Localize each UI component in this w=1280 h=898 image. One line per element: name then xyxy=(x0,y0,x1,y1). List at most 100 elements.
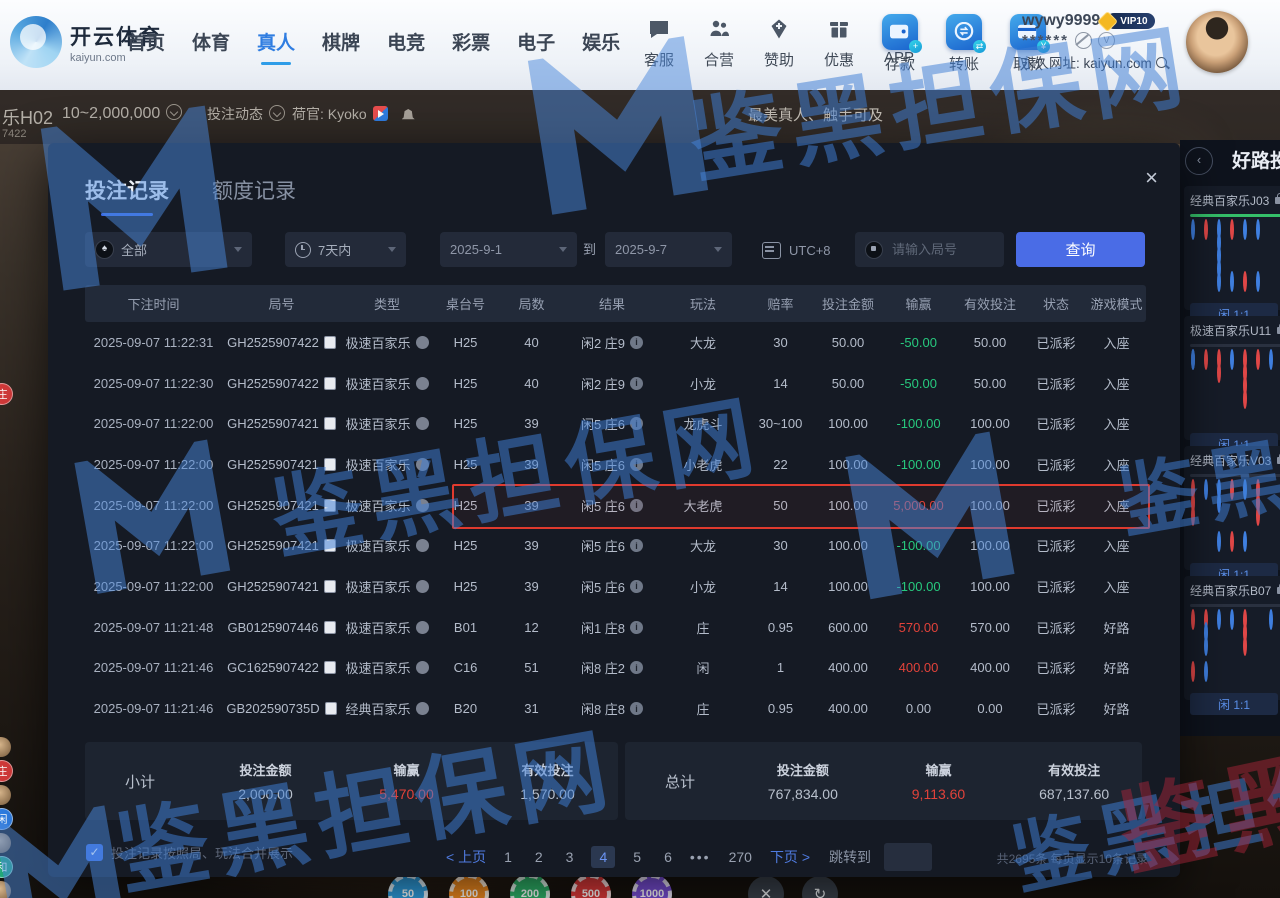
tab-额度记录[interactable]: 额度记录 xyxy=(212,175,296,216)
nav-menu-item[interactable]: 电子 xyxy=(517,28,555,65)
tab-投注记录[interactable]: 投注记录 xyxy=(85,175,169,216)
jump-to-label: 跳转到 xyxy=(829,847,871,867)
copy-icon[interactable] xyxy=(324,417,336,430)
page-number-5[interactable]: 5 xyxy=(628,846,646,868)
bet-feed[interactable]: 投注动态 xyxy=(207,104,285,124)
copy-icon[interactable] xyxy=(324,336,336,349)
copy-icon[interactable] xyxy=(324,621,336,634)
info-icon[interactable]: i xyxy=(630,702,643,715)
replay-icon[interactable] xyxy=(416,580,429,593)
chip-100[interactable]: 100 xyxy=(449,874,489,898)
copy-icon[interactable] xyxy=(324,580,336,593)
info-icon[interactable]: i xyxy=(630,458,643,471)
cell-bet-amount: 100.00 xyxy=(814,444,882,485)
road-card[interactable]: 极速百家乐U11闲 1:1 xyxy=(1184,316,1280,440)
quick-action-partners[interactable]: 合营 xyxy=(696,17,742,70)
collapse-icon[interactable]: ‹ xyxy=(1185,147,1213,175)
nav-menu-item[interactable]: 电竞 xyxy=(387,28,425,65)
info-icon[interactable]: i xyxy=(630,539,643,552)
chip-50[interactable]: 50 xyxy=(388,874,428,898)
replay-icon[interactable] xyxy=(416,661,429,674)
road-bet-button[interactable]: 闲 1:1 xyxy=(1190,693,1278,715)
chip-500[interactable]: 500 xyxy=(571,874,611,898)
cell-status: 已派彩 xyxy=(1025,607,1087,648)
username[interactable]: wywy9999 xyxy=(1022,12,1100,30)
next-page-button[interactable]: 下页 > xyxy=(770,847,810,867)
user-avatar[interactable] xyxy=(1186,11,1248,73)
nav-menu-item[interactable]: 彩票 xyxy=(452,28,490,65)
copy-icon[interactable] xyxy=(325,702,337,715)
copy-icon[interactable] xyxy=(324,377,336,390)
page-number-1[interactable]: 1 xyxy=(499,846,517,868)
merge-display-checkbox[interactable]: ✓ xyxy=(86,844,103,861)
page-number-6[interactable]: 6 xyxy=(659,846,677,868)
date-to-dropdown[interactable]: 2025-9-7 xyxy=(605,232,732,267)
date-from-dropdown[interactable]: 2025-9-1 xyxy=(440,232,577,267)
nav-menu-item[interactable]: 娱乐 xyxy=(582,28,620,65)
date-range-dropdown[interactable]: 7天内 xyxy=(285,232,406,267)
round-input[interactable] xyxy=(890,241,994,258)
copy-icon[interactable] xyxy=(324,539,336,552)
chip-1000[interactable]: 1000 xyxy=(632,874,672,898)
nav-menu-item[interactable]: 首页 xyxy=(127,28,165,65)
refresh-v-icon[interactable]: V xyxy=(1098,32,1115,49)
road-card[interactable]: 经典百家乐B07闲 1:1 xyxy=(1184,576,1280,700)
bet-badge-闲: 闲 xyxy=(0,808,13,830)
table-row: 2025-09-07 11:21:46GC1625907422极速百家乐C165… xyxy=(85,648,1146,689)
road-cell xyxy=(1229,390,1242,403)
cell-win-loss: 0.00 xyxy=(882,688,955,729)
copy-icon[interactable] xyxy=(324,661,336,674)
chip-200[interactable]: 200 xyxy=(510,874,550,898)
replay-icon[interactable] xyxy=(416,621,429,634)
cell-game-mode: 入座 xyxy=(1087,322,1146,363)
copy-icon[interactable] xyxy=(324,499,336,512)
result-text: 闲2 庄9 xyxy=(581,374,625,393)
jump-to-input[interactable] xyxy=(884,843,932,871)
cell-status: 已派彩 xyxy=(1025,566,1087,607)
road-cell xyxy=(1268,611,1280,624)
cell-table-no: B20 xyxy=(433,688,498,729)
chevron-down-icon[interactable] xyxy=(269,105,285,121)
page-number-4[interactable]: 4 xyxy=(591,846,615,868)
replay-icon[interactable] xyxy=(416,377,429,390)
info-icon[interactable]: i xyxy=(630,499,643,512)
page-number-last[interactable]: 270 xyxy=(724,846,757,868)
nav-menu-item[interactable]: 棋牌 xyxy=(322,28,360,65)
road-card[interactable]: 经典百家乐J03闲 1:1 xyxy=(1184,186,1280,310)
info-icon[interactable]: i xyxy=(630,621,643,634)
query-button[interactable]: 查询 xyxy=(1016,232,1145,267)
info-icon[interactable]: i xyxy=(630,377,643,390)
chevron-down-icon[interactable] xyxy=(166,104,182,120)
info-icon[interactable]: i xyxy=(630,661,643,674)
wallet-action-deposit[interactable]: +存款 xyxy=(876,14,924,74)
road-cell xyxy=(1268,286,1280,299)
replay-icon[interactable] xyxy=(416,499,429,512)
page-number-2[interactable]: 2 xyxy=(530,846,548,868)
quick-action-gift[interactable]: 优惠 xyxy=(816,17,862,70)
replay-icon[interactable] xyxy=(416,417,429,430)
game-type-dropdown[interactable]: ♠ 全部 xyxy=(85,232,252,267)
eye-off-icon[interactable] xyxy=(1075,32,1092,49)
page-number-3[interactable]: 3 xyxy=(561,846,579,868)
replay-icon[interactable] xyxy=(416,336,429,349)
info-icon[interactable]: i xyxy=(630,417,643,430)
info-icon[interactable]: i xyxy=(630,580,643,593)
bell-icon[interactable] xyxy=(402,109,415,121)
nav-menu-item[interactable]: 真人 xyxy=(257,28,295,65)
quick-action-chat[interactable]: 客服 xyxy=(636,17,682,70)
info-icon[interactable]: i xyxy=(630,336,643,349)
quick-action-sponsor[interactable]: 赞助 xyxy=(756,17,802,70)
prev-page-button[interactable]: < 上页 xyxy=(446,847,486,867)
nav-menu-item[interactable]: 体育 xyxy=(192,28,230,65)
copy-icon[interactable] xyxy=(324,458,336,471)
road-card[interactable]: 经典百家乐V03闲 1:1 xyxy=(1184,446,1280,570)
dealer-name: 荷官: Kyoko xyxy=(292,104,415,124)
play-icon[interactable] xyxy=(373,106,388,121)
replay-icon[interactable] xyxy=(416,458,429,471)
wallet-action-transfer[interactable]: ⇄转账 xyxy=(940,14,988,74)
search-icon[interactable] xyxy=(1156,57,1167,68)
replay-icon[interactable] xyxy=(416,702,429,715)
close-icon[interactable]: × xyxy=(1145,167,1158,189)
replay-icon[interactable] xyxy=(416,539,429,552)
cell-bet-time: 2025-09-07 11:21:46 xyxy=(85,648,222,689)
